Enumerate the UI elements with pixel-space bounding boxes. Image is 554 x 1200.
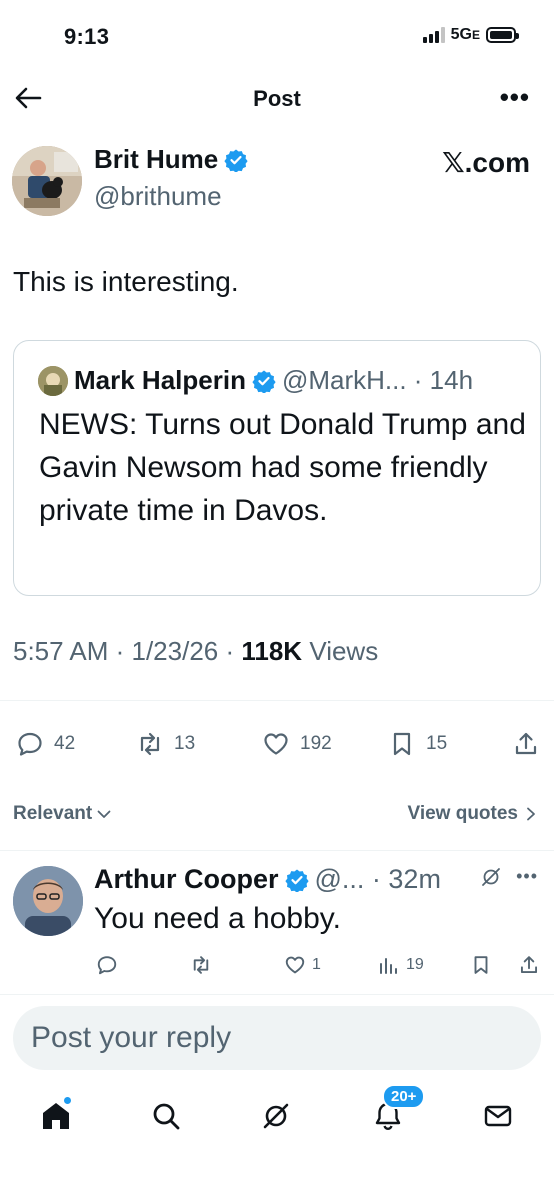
- tab-home[interactable]: [38, 1096, 74, 1134]
- grok-icon: [263, 1103, 289, 1129]
- messages-icon: [484, 1105, 512, 1127]
- tab-notifications[interactable]: 20+: [370, 1084, 426, 1134]
- reply-author-avatar[interactable]: [13, 866, 83, 936]
- grok-button[interactable]: [480, 866, 502, 893]
- page-title: Post: [253, 86, 301, 111]
- quoted-post-meta: @MarkH... · 14h: [281, 365, 474, 395]
- reply-more-button[interactable]: •••: [516, 866, 538, 887]
- quoted-post-header: Mark Halperin @MarkH... · 14h: [38, 365, 473, 396]
- reply-icon: [97, 956, 117, 975]
- quoted-post-text: NEWS: Turns out Donald Trump and Gavin N…: [39, 408, 526, 527]
- share-icon: [515, 732, 537, 755]
- tab-messages[interactable]: [480, 1098, 516, 1134]
- repost-button[interactable]: 13: [136, 730, 195, 758]
- author-handle[interactable]: @brithume: [94, 181, 222, 212]
- reply-bookmark-button[interactable]: [470, 954, 492, 976]
- quoted-author-name: Mark Halperin: [74, 365, 246, 395]
- search-icon: [153, 1103, 180, 1130]
- repost-icon: [193, 956, 209, 974]
- post-text: This is interesting.: [13, 266, 239, 297]
- post-timestamp: 5:57 AM · 1/23/26 · 118K Views: [13, 636, 379, 666]
- reply-composer-input[interactable]: Post your reply: [13, 1006, 541, 1070]
- verified-icon: [224, 149, 248, 172]
- network-label: 5GE: [450, 26, 480, 43]
- share-button[interactable]: [512, 730, 540, 758]
- bookmark-button[interactable]: 15: [388, 730, 447, 758]
- sort-replies-dropdown[interactable]: Relevant: [13, 803, 112, 825]
- quoted-post[interactable]: Mark Halperin @MarkH... · 14h NEWS: Turn…: [13, 340, 541, 596]
- quoted-author-avatar: [38, 365, 68, 396]
- status-indicators: 5GE: [422, 26, 519, 44]
- verified-icon: [252, 370, 276, 393]
- battery-icon: [486, 27, 519, 43]
- more-options-button[interactable]: •••: [500, 84, 530, 110]
- tab-grok[interactable]: [258, 1098, 294, 1134]
- views-count: 118K: [241, 636, 303, 666]
- reply-reply-button[interactable]: [96, 954, 118, 976]
- view-quotes-link[interactable]: View quotes: [407, 803, 538, 825]
- bookmark-icon: [474, 956, 488, 974]
- chevron-down-icon: [97, 810, 111, 818]
- signal-icon: [422, 27, 445, 43]
- divider: [0, 850, 554, 851]
- unread-dot: [63, 1096, 72, 1105]
- post-action-bar: 42 13 192 15: [16, 730, 540, 762]
- source-logo: 𝕏.com: [442, 147, 530, 178]
- verified-icon: [284, 869, 309, 892]
- like-icon: [285, 956, 305, 974]
- reply-meta: @... · 32m: [314, 864, 441, 894]
- reply-text: You need a hobby.: [94, 902, 341, 935]
- reply-header: Arthur Cooper @... · 32m: [94, 864, 441, 895]
- like-icon: [264, 733, 288, 755]
- share-icon: [520, 956, 538, 974]
- notifications-badge: 20+: [382, 1084, 426, 1109]
- reply-repost-button[interactable]: [190, 954, 212, 976]
- views-icon: [380, 958, 397, 974]
- status-time: 9:13: [64, 24, 110, 49]
- reply-icon: [18, 732, 42, 756]
- bookmark-icon: [393, 732, 411, 756]
- bottom-tab-bar: 20+: [0, 1084, 554, 1142]
- reply-share-button[interactable]: [518, 954, 540, 976]
- author-name[interactable]: Brit Hume: [94, 144, 248, 175]
- reply-like-button[interactable]: 1: [284, 954, 321, 976]
- divider: [0, 994, 554, 995]
- like-button[interactable]: 192: [262, 730, 332, 758]
- author-avatar[interactable]: [12, 146, 82, 216]
- reply-views-button[interactable]: 19: [378, 954, 424, 976]
- chevron-right-icon: [527, 807, 535, 821]
- divider: [0, 700, 554, 701]
- reply-author-name[interactable]: Arthur Cooper: [94, 864, 279, 895]
- reply-button[interactable]: 42: [16, 730, 75, 758]
- repost-icon: [140, 732, 160, 756]
- reply-action-bar: 1 19: [94, 954, 540, 980]
- tab-search[interactable]: [148, 1098, 184, 1134]
- grok-icon: [482, 868, 500, 886]
